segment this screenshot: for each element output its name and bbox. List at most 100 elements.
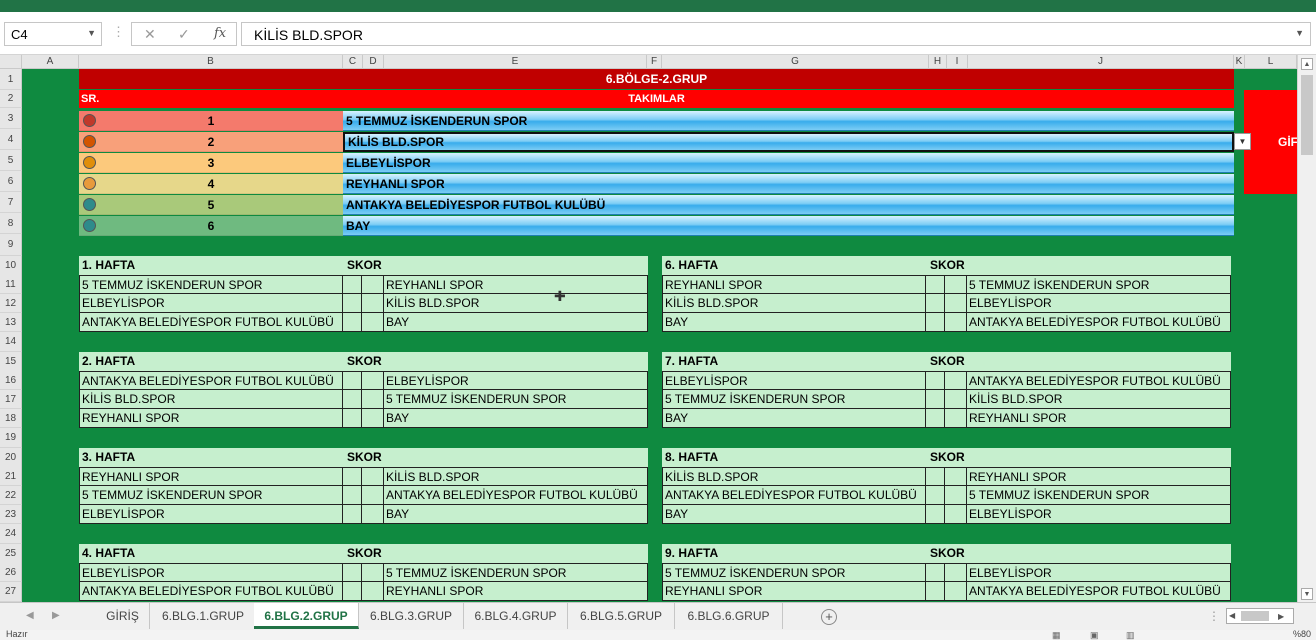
team-name-cell[interactable]: ANTAKYA BELEDİYESPOR FUTBOL KULÜBÜ [343, 195, 1234, 215]
week-header[interactable]: 8. HAFTA SKOR [662, 448, 1231, 467]
row-header[interactable]: 1 [0, 69, 22, 90]
week-header[interactable]: 7. HAFTA SKOR [662, 352, 1231, 371]
away-score-cell[interactable] [945, 582, 967, 600]
column-header[interactable]: G [662, 55, 929, 69]
away-score-cell[interactable] [362, 468, 384, 486]
home-team[interactable]: KİLİS BLD.SPOR [665, 468, 758, 486]
team-name-cell[interactable]: KİLİS BLD.SPOR [343, 132, 1234, 152]
team-number-cell[interactable]: 3 [79, 153, 343, 173]
home-team[interactable]: ELBEYLİSPOR [82, 294, 165, 312]
home-score-cell[interactable] [342, 582, 362, 600]
away-team[interactable]: ANTAKYA BELEDİYESPOR FUTBOL KULÜBÜ [969, 582, 1221, 600]
home-score-cell[interactable] [925, 409, 945, 427]
row-header[interactable]: 11 [0, 275, 22, 294]
team-number-cell[interactable]: 1 [79, 111, 343, 131]
row-header[interactable]: 23 [0, 505, 22, 524]
row-header[interactable]: 13 [0, 313, 22, 332]
away-score-cell[interactable] [362, 390, 384, 408]
column-header[interactable]: C [343, 55, 363, 69]
home-team[interactable]: ANTAKYA BELEDİYESPOR FUTBOL KULÜBÜ [665, 486, 917, 504]
home-score-cell[interactable] [342, 313, 362, 331]
column-header[interactable]: K [1234, 55, 1245, 69]
home-team[interactable]: 5 TEMMUZ İSKENDERUN SPOR [82, 276, 262, 294]
home-team[interactable]: ELBEYLİSPOR [665, 372, 748, 390]
giris-button[interactable]: GİF [1244, 90, 1297, 194]
team-number-cell[interactable]: 4 [79, 174, 343, 194]
home-score-cell[interactable] [342, 276, 362, 294]
worksheet-grid[interactable]: 6.BÖLGE-2.GRUP TAKIMLAR SR. GİF 1 5 TEMMU… [22, 69, 1297, 602]
row-header[interactable]: 15 [0, 352, 22, 372]
normal-view-icon[interactable]: ▦ [1052, 630, 1061, 641]
week-header[interactable]: 3. HAFTA SKOR [79, 448, 648, 467]
away-score-cell[interactable] [945, 486, 967, 504]
scroll-up-icon[interactable]: ▲ [1301, 58, 1313, 70]
row-header[interactable]: 16 [0, 371, 22, 390]
scroll-thumb[interactable] [1241, 611, 1269, 621]
select-all-corner[interactable] [0, 55, 22, 69]
formula-input[interactable]: KİLİS BLD.SPOR ▼ [241, 22, 1311, 46]
home-team[interactable]: 5 TEMMUZ İSKENDERUN SPOR [665, 564, 845, 582]
away-team[interactable]: ANTAKYA BELEDİYESPOR FUTBOL KULÜBÜ [969, 313, 1221, 331]
sheet-tab[interactable]: 6.BLG.1.GRUP [150, 603, 257, 629]
home-team[interactable]: ELBEYLİSPOR [82, 505, 165, 523]
week-header[interactable]: 2. HAFTA SKOR [79, 352, 648, 371]
next-sheet-icon[interactable]: ▶ [52, 610, 60, 621]
home-team[interactable]: BAY [665, 313, 688, 331]
home-score-cell[interactable] [925, 372, 945, 390]
away-team[interactable]: BAY [386, 505, 409, 523]
row-header[interactable]: 22 [0, 486, 22, 505]
zoom-level[interactable]: %80 [1293, 629, 1311, 639]
home-score-cell[interactable] [925, 276, 945, 294]
row-header[interactable]: 8 [0, 213, 22, 234]
row-header[interactable]: 20 [0, 448, 22, 468]
away-team[interactable]: 5 TEMMUZ İSKENDERUN SPOR [386, 390, 566, 408]
home-team[interactable]: REYHANLI SPOR [82, 468, 179, 486]
chevron-down-icon[interactable]: ▼ [87, 28, 96, 38]
column-header[interactable]: H [929, 55, 947, 69]
away-team[interactable]: ELBEYLİSPOR [969, 505, 1052, 523]
sheet-tab[interactable]: 6.BLG.2.GRUP [254, 603, 359, 629]
row-header[interactable]: 10 [0, 256, 22, 276]
away-team[interactable]: 5 TEMMUZ İSKENDERUN SPOR [386, 564, 566, 582]
sheet-tab[interactable]: GİRİŞ [96, 603, 150, 629]
home-team[interactable]: REYHANLI SPOR [665, 582, 762, 600]
home-team[interactable]: ANTAKYA BELEDİYESPOR FUTBOL KULÜBÜ [82, 372, 334, 390]
team-name-cell[interactable]: REYHANLI SPOR [343, 174, 1234, 194]
away-team[interactable]: 5 TEMMUZ İSKENDERUN SPOR [969, 276, 1149, 294]
row-header[interactable]: 24 [0, 524, 22, 544]
away-team[interactable]: 5 TEMMUZ İSKENDERUN SPOR [969, 486, 1149, 504]
home-score-cell[interactable] [925, 468, 945, 486]
away-team[interactable]: ELBEYLİSPOR [969, 294, 1052, 312]
away-team[interactable]: REYHANLI SPOR [969, 468, 1066, 486]
home-team[interactable]: KİLİS BLD.SPOR [665, 294, 758, 312]
home-score-cell[interactable] [342, 505, 362, 523]
week-header[interactable]: 1. HAFTA SKOR [79, 256, 648, 275]
row-header[interactable]: 6 [0, 171, 22, 192]
cancel-icon[interactable]: ✕ [144, 26, 156, 43]
enter-icon[interactable]: ✓ [178, 26, 190, 43]
away-score-cell[interactable] [362, 294, 384, 312]
away-score-cell[interactable] [362, 486, 384, 504]
away-score-cell[interactable] [362, 505, 384, 523]
away-team[interactable]: REYHANLI SPOR [386, 582, 483, 600]
home-team[interactable]: BAY [665, 505, 688, 523]
away-score-cell[interactable] [945, 409, 967, 427]
away-team[interactable]: ANTAKYA BELEDİYESPOR FUTBOL KULÜBÜ [969, 372, 1221, 390]
row-header[interactable]: 19 [0, 428, 22, 448]
away-team[interactable]: BAY [386, 409, 409, 427]
away-team[interactable]: ANTAKYA BELEDİYESPOR FUTBOL KULÜBÜ [386, 486, 638, 504]
prev-sheet-icon[interactable]: ◀ [26, 610, 34, 621]
row-header[interactable]: 17 [0, 390, 22, 409]
home-score-cell[interactable] [342, 390, 362, 408]
home-score-cell[interactable] [342, 409, 362, 427]
away-score-cell[interactable] [945, 313, 967, 331]
row-header[interactable]: 12 [0, 294, 22, 313]
sheet-tab[interactable]: 6.BLG.4.GRUP [464, 603, 568, 629]
away-score-cell[interactable] [362, 276, 384, 294]
away-team[interactable]: BAY [386, 313, 409, 331]
page-layout-icon[interactable]: ▣ [1090, 630, 1099, 641]
home-score-cell[interactable] [925, 505, 945, 523]
home-team[interactable]: ANTAKYA BELEDİYESPOR FUTBOL KULÜBÜ [82, 582, 334, 600]
row-header[interactable]: 4 [0, 129, 22, 150]
home-score-cell[interactable] [925, 582, 945, 600]
